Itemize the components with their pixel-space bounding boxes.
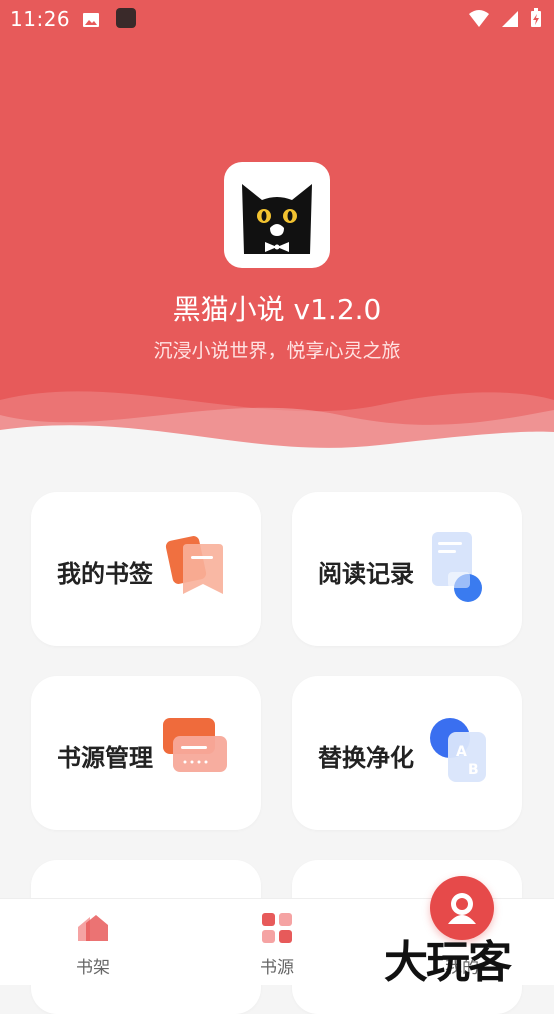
card-replace-purify[interactable]: 替换净化 A B <box>292 676 522 830</box>
app-title: 黑猫小说 v1.2.0 <box>172 293 382 326</box>
status-time: 11:26 <box>10 7 71 31</box>
signal-icon <box>501 11 518 27</box>
svg-text:B: B <box>468 762 479 778</box>
card-source-management[interactable]: 书源管理 <box>31 676 261 830</box>
app-logo <box>224 162 330 268</box>
wifi-icon <box>468 10 489 27</box>
card-label: 阅读记录 <box>318 560 414 588</box>
card-label: 我的书签 <box>57 560 153 588</box>
card-reading-history[interactable]: 阅读记录 <box>292 492 522 646</box>
nav-label: 书源 <box>260 958 294 978</box>
app-notification-icon <box>116 8 137 28</box>
card-label: 书源管理 <box>57 744 153 772</box>
card-label: 替换净化 <box>318 744 414 772</box>
nav-source[interactable]: 书源 <box>227 899 327 985</box>
nav-bookshelf[interactable]: 书架 <box>43 899 143 985</box>
svg-text:A: A <box>456 744 467 760</box>
black-cat-icon <box>242 184 312 254</box>
wave-decoration <box>0 391 554 470</box>
source-icon <box>262 913 292 943</box>
bookshelf-icon <box>78 915 108 941</box>
bookmark-icon <box>165 536 223 594</box>
image-notification-icon <box>83 13 99 27</box>
source-manage-icon <box>163 718 227 772</box>
status-bar: 11:26 <box>0 0 554 36</box>
nav-label: 书架 <box>76 958 110 978</box>
header-banner: 黑猫小说 v1.2.0 沉浸小说世界，悦享心灵之旅 <box>0 0 554 470</box>
app-slogan: 沉浸小说世界，悦享心灵之旅 <box>153 340 401 362</box>
watermark-text: 大玩客 <box>384 937 512 988</box>
card-bookmarks[interactable]: 我的书签 <box>31 492 261 646</box>
replace-purify-icon: A B <box>430 718 486 782</box>
reading-record-icon <box>432 532 482 602</box>
battery-icon <box>531 8 541 27</box>
